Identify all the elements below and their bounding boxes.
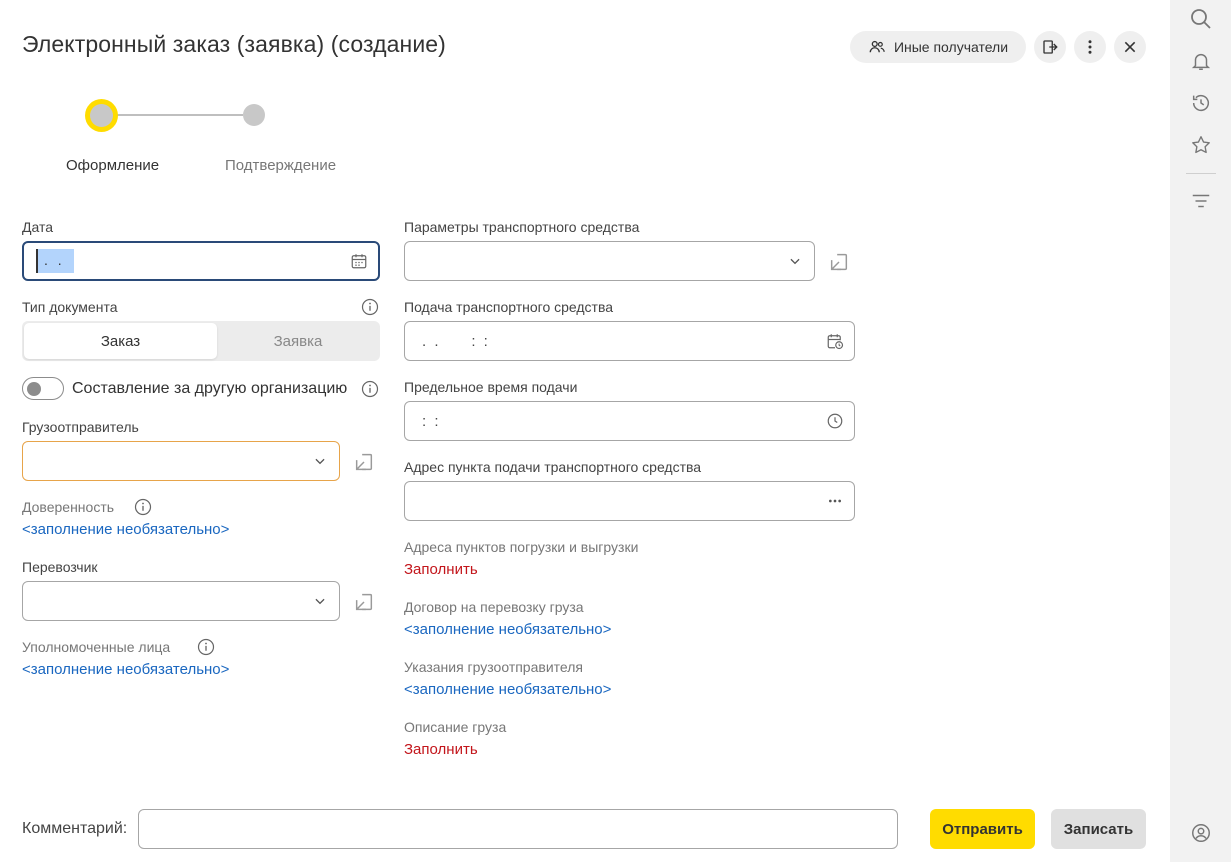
deadline-label: Предельное время подачи — [404, 379, 578, 395]
page-title: Электронный заказ (заявка) (создание) — [22, 31, 446, 57]
doc-type-option-order[interactable]: Заказ — [24, 323, 217, 359]
history-icon[interactable] — [1189, 91, 1213, 115]
close-icon — [1122, 39, 1138, 55]
carrier-label: Перевозчик — [22, 559, 98, 575]
more-horizontal-icon[interactable] — [825, 491, 845, 511]
calendar-clock-icon[interactable] — [825, 331, 845, 351]
power-of-attorney-link[interactable]: <заполнение необязательно> — [22, 521, 229, 538]
open-icon[interactable] — [353, 451, 375, 473]
date-field[interactable]: . . — [22, 241, 380, 281]
rail-divider — [1186, 173, 1216, 174]
comment-input[interactable] — [138, 809, 898, 849]
search-icon[interactable] — [1189, 7, 1213, 31]
info-icon[interactable] — [361, 298, 379, 316]
other-org-toggle[interactable] — [22, 377, 64, 400]
user-icon[interactable] — [1189, 821, 1213, 845]
vehicle-params-select[interactable] — [404, 241, 815, 281]
chevron-down-icon[interactable] — [310, 591, 330, 611]
other-recipients-label: Иные получатели — [893, 39, 1009, 55]
right-rail — [1170, 0, 1231, 862]
step-dot-active[interactable] — [85, 99, 118, 132]
shipper-instructions-label: Указания грузоотправителя — [404, 659, 583, 675]
star-icon[interactable] — [1189, 133, 1213, 157]
step-label-design[interactable]: Оформление — [66, 157, 159, 174]
contract-label: Договор на перевозку груза — [404, 599, 584, 615]
other-org-label: Составление за другую организацию — [72, 380, 348, 397]
open-icon[interactable] — [828, 251, 850, 273]
authorized-persons-label: Уполномоченные лица — [22, 639, 171, 655]
text-caret — [36, 249, 38, 273]
filter-lines-icon[interactable] — [1189, 189, 1213, 213]
info-icon[interactable] — [361, 380, 379, 398]
info-icon[interactable] — [134, 498, 152, 516]
users-icon — [868, 38, 886, 56]
vehicle-supply-datetime-field[interactable]: . . : : — [404, 321, 855, 361]
shipper-instructions-link[interactable]: <заполнение необязательно> — [404, 681, 611, 698]
doc-type-option-request[interactable]: Заявка — [218, 323, 378, 359]
deadline-time-field[interactable]: : : — [404, 401, 855, 441]
chevron-down-icon[interactable] — [785, 251, 805, 271]
shipper-select[interactable] — [22, 441, 340, 481]
form-panel: Электронный заказ (заявка) (создание) Ин… — [0, 0, 1170, 862]
info-icon[interactable] — [197, 638, 215, 656]
other-recipients-button[interactable]: Иные получатели — [850, 31, 1026, 63]
more-button[interactable] — [1074, 31, 1106, 63]
step-label-confirmation[interactable]: Подтверждение — [225, 157, 336, 174]
date-value-selection: . . — [36, 249, 74, 273]
close-button[interactable] — [1114, 31, 1146, 63]
send-button[interactable]: Отправить — [930, 809, 1035, 849]
export-icon — [1041, 38, 1059, 56]
vehicle-supply-value: . . : : — [422, 333, 490, 350]
loading-addresses-label: Адреса пунктов погрузки и выгрузки — [404, 539, 639, 555]
supply-address-field[interactable] — [404, 481, 855, 521]
carrier-select[interactable] — [22, 581, 340, 621]
export-button[interactable] — [1034, 31, 1066, 63]
calendar-icon[interactable] — [349, 251, 369, 271]
vehicle-supply-label: Подача транспортного средства — [404, 299, 614, 315]
contract-link[interactable]: <заполнение необязательно> — [404, 621, 611, 638]
stepper-line — [117, 114, 243, 116]
step-dot-inactive[interactable] — [243, 104, 265, 126]
chevron-down-icon[interactable] — [310, 451, 330, 471]
cargo-description-link[interactable]: Заполнить — [404, 741, 478, 758]
loading-addresses-link[interactable]: Заполнить — [404, 561, 478, 578]
more-vertical-icon — [1081, 38, 1099, 56]
open-icon[interactable] — [353, 591, 375, 613]
power-of-attorney-label: Доверенность — [22, 499, 115, 515]
supply-address-label: Адрес пункта подачи транспортного средст… — [404, 459, 702, 475]
cargo-description-label: Описание груза — [404, 719, 507, 735]
clock-icon[interactable] — [825, 411, 845, 431]
date-label: Дата — [22, 219, 54, 235]
deadline-value: : : — [422, 413, 441, 430]
doc-type-label: Тип документа — [22, 299, 118, 315]
shipper-label: Грузоотправитель — [22, 419, 139, 435]
save-button[interactable]: Записать — [1051, 809, 1146, 849]
bell-icon[interactable] — [1189, 49, 1213, 73]
vehicle-params-label: Параметры транспортного средства — [404, 219, 640, 235]
page: Электронный заказ (заявка) (создание) Ин… — [0, 0, 1231, 862]
comment-label: Комментарий: — [22, 820, 128, 837]
authorized-persons-link[interactable]: <заполнение необязательно> — [22, 661, 229, 678]
doc-type-switch: Заказ Заявка — [22, 321, 380, 361]
